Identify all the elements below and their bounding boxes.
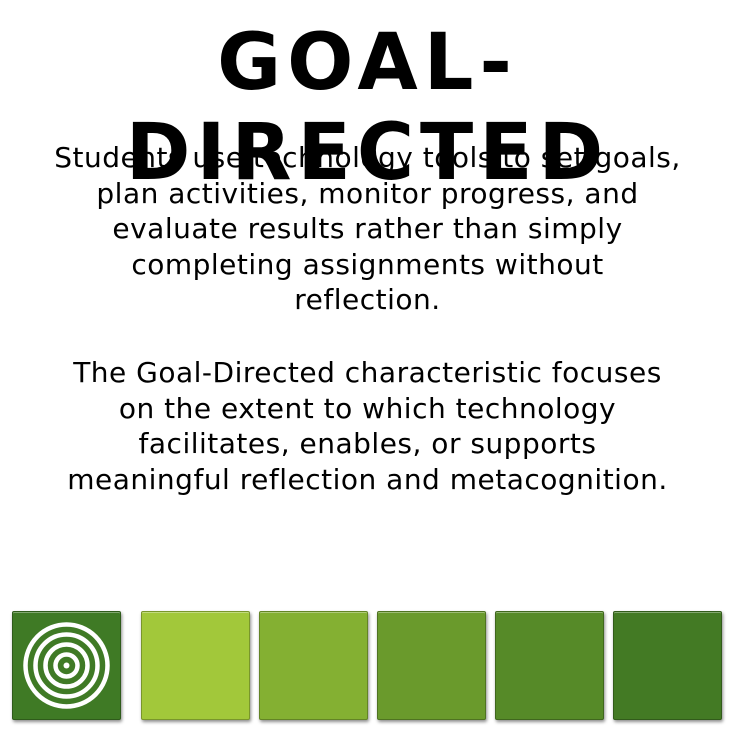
description-paragraph: Students use technology tools to set goa… — [20, 140, 715, 318]
target-tile — [12, 611, 121, 720]
characteristic-paragraph: The Goal-Directed characteristic focuses… — [20, 355, 715, 497]
color-tile — [613, 611, 722, 720]
description-line: evaluate results rather than simply — [112, 212, 623, 245]
characteristic-line: facilitates, enables, or supports — [138, 427, 597, 460]
description-line: reflection. — [294, 283, 441, 316]
description-line: Students use technology tools to set goa… — [54, 141, 681, 174]
description-line: completing assignments without — [131, 247, 604, 281]
color-tile — [141, 611, 250, 720]
color-tile — [377, 611, 486, 720]
characteristic-line: The Goal-Directed characteristic focuses — [73, 356, 662, 389]
color-scale-tiles — [12, 611, 723, 721]
color-tile — [259, 611, 368, 720]
characteristic-line: meaningful reflection and metacognition. — [67, 462, 668, 496]
color-tile — [495, 611, 604, 720]
description-line: plan activities, monitor progress, and — [96, 176, 639, 210]
characteristic-line: on the extent to which technology — [118, 391, 617, 425]
target-icon — [23, 622, 110, 709]
